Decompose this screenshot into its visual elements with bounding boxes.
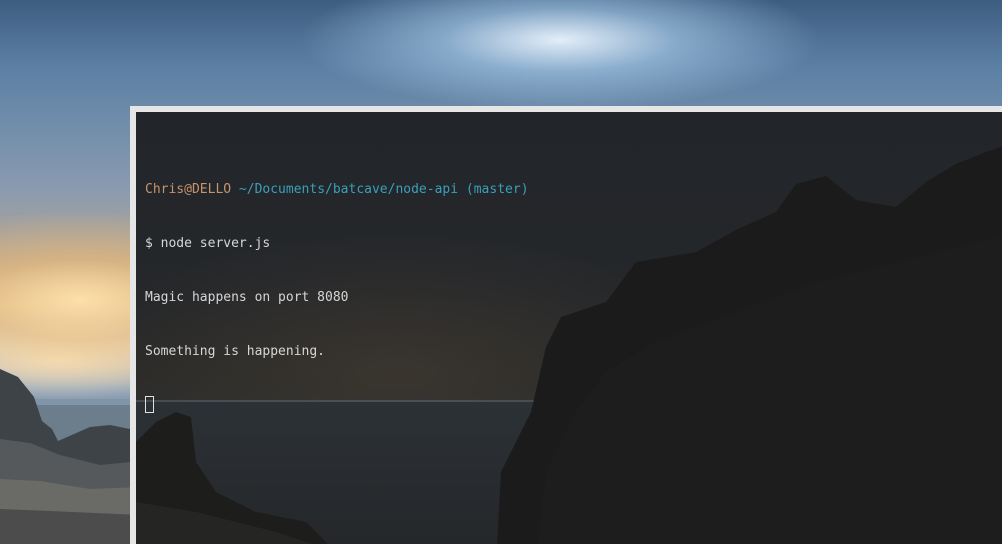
prompt-user-host: Chris@DELLO <box>145 182 232 197</box>
text-cursor[interactable] <box>145 396 154 413</box>
terminal-body[interactable]: Chris@DELLO ~/Documents/batcave/node-api… <box>136 112 1002 544</box>
prompt-line: Chris@DELLO ~/Documents/batcave/node-api… <box>145 181 529 199</box>
output-line: Magic happens on port 8080 <box>145 290 349 305</box>
command-line: $ node server.js <box>145 236 271 251</box>
prompt-git-branch: (master) <box>465 182 529 197</box>
output-line: Something is happening. <box>145 344 326 359</box>
prompt-path: ~/Documents/batcave/node-api <box>238 182 459 197</box>
cursor-line <box>145 396 529 415</box>
wallpaper-rocks <box>0 369 140 544</box>
desktop: Chris@DELLO ~/Documents/batcave/node-api… <box>0 0 1002 544</box>
terminal-window[interactable]: Chris@DELLO ~/Documents/batcave/node-api… <box>130 106 1002 544</box>
terminal-output[interactable]: Chris@DELLO ~/Documents/batcave/node-api… <box>145 145 529 451</box>
